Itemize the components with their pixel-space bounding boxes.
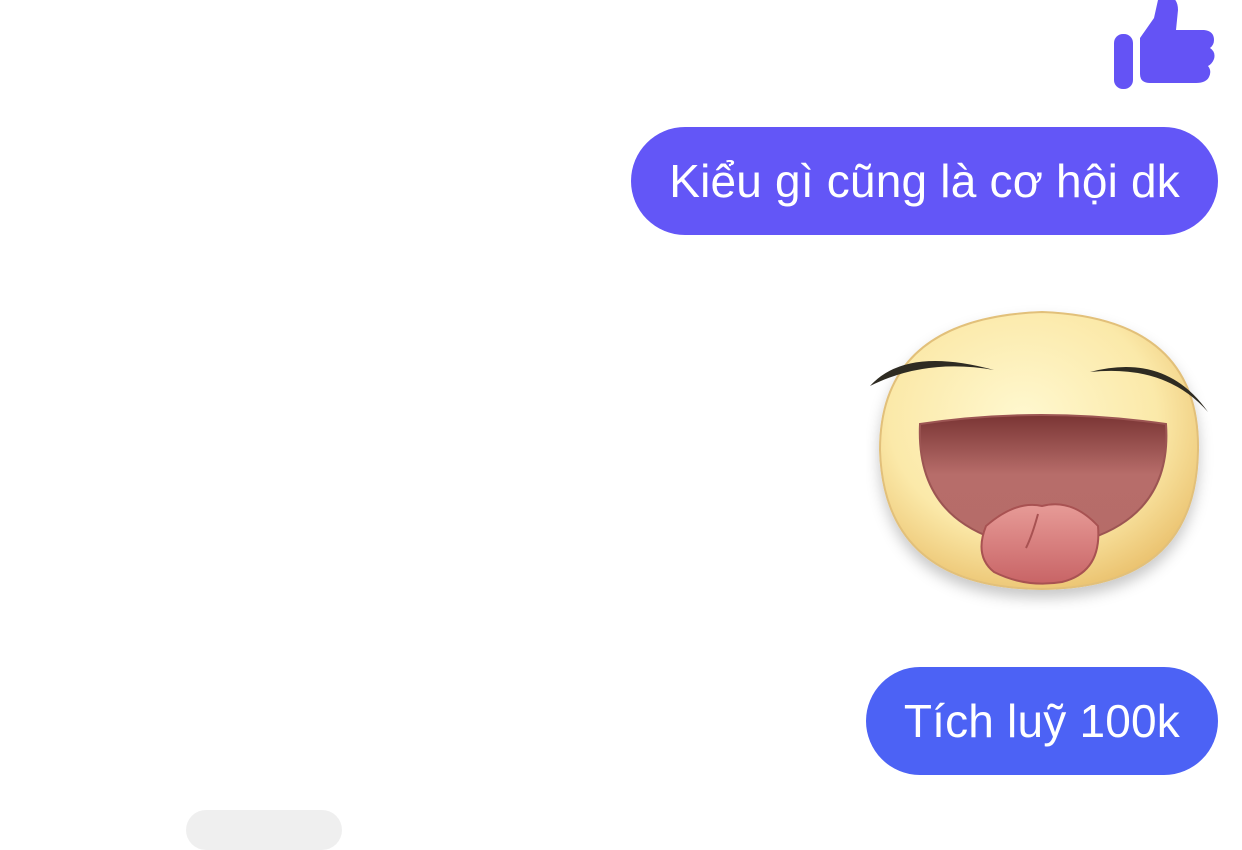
message-text: Tích luỹ 100k bbox=[903, 695, 1180, 747]
sent-message-bubble[interactable]: Kiểu gì cũng là cơ hội dk bbox=[631, 127, 1218, 235]
sent-message-bubble[interactable]: Tích luỹ 100k bbox=[865, 667, 1218, 775]
received-message-bubble[interactable] bbox=[186, 810, 342, 850]
message-text: Kiểu gì cũng là cơ hội dk bbox=[669, 155, 1180, 207]
thumbs-up-icon[interactable] bbox=[1110, 0, 1218, 92]
chat-message-list: Kiểu gì cũng là cơ hội dk Tích luỹ 100k bbox=[0, 0, 1242, 850]
laughing-sticker[interactable] bbox=[866, 300, 1214, 610]
